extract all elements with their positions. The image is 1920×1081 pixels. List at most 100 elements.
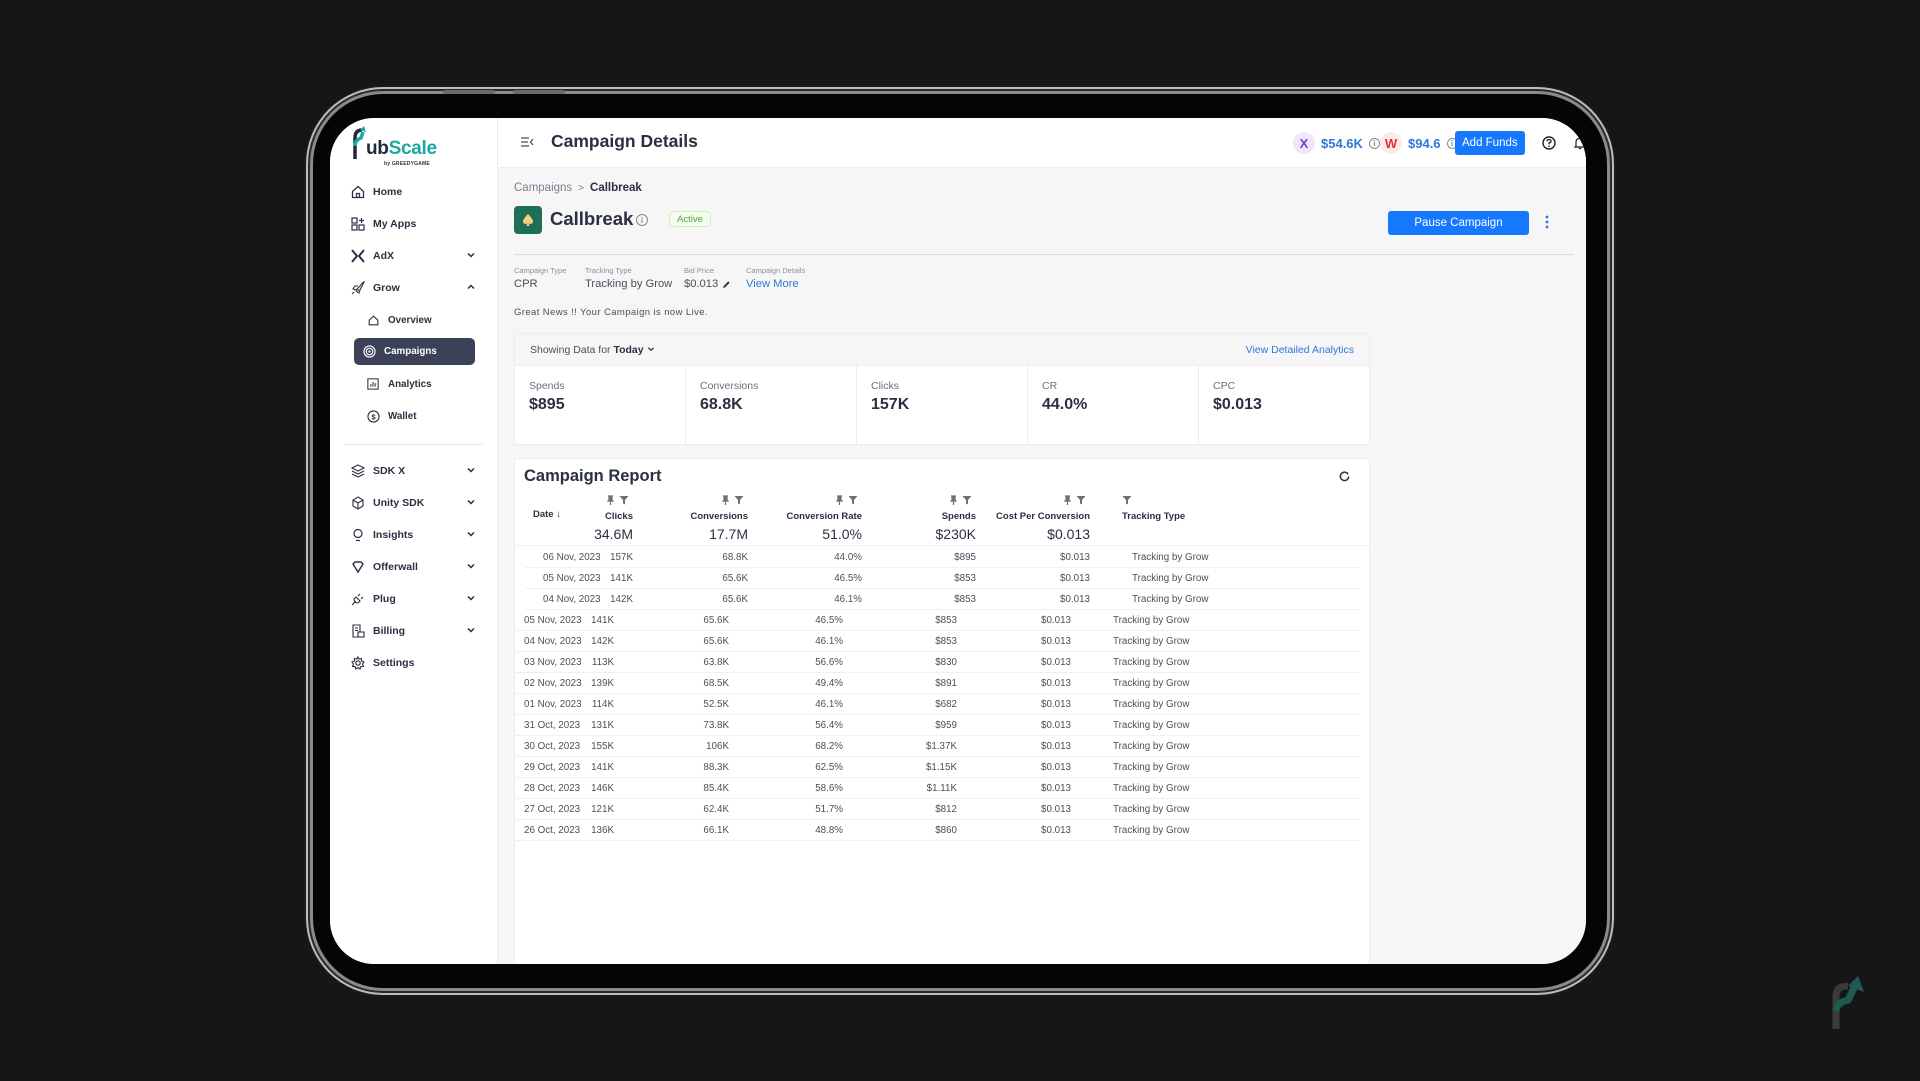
filter-icon[interactable]	[734, 495, 744, 505]
filter-icon[interactable]	[848, 495, 858, 505]
view-more-link[interactable]: View More	[746, 278, 805, 290]
pin-icon[interactable]	[950, 495, 957, 505]
chevron-up-icon[interactable]	[465, 281, 477, 293]
campaign-live-message: Great News !! Your Campaign is now Live.	[514, 307, 708, 318]
column-header[interactable]: Spends	[942, 511, 976, 522]
table-row[interactable]: 01 Nov, 2023 114K 52.5K 46.1% $682 $0.013 Trac…	[515, 694, 1359, 715]
campaign-type-field: Campaign Type CPR	[514, 266, 566, 290]
column-header-actions	[607, 495, 629, 505]
sidebar-item-offerwall[interactable]: Offerwall	[330, 551, 497, 583]
field-value: CPR	[514, 278, 538, 290]
table-cell: 28 Oct, 2023	[524, 783, 581, 794]
kpi-value: $895	[529, 396, 565, 413]
chevron-down-icon[interactable]	[465, 496, 477, 508]
column-header[interactable]: Cost Per Conversion	[996, 511, 1090, 522]
table-cell: $812	[935, 804, 957, 815]
table-cell: 141K	[591, 762, 614, 773]
pubscale-logo[interactable]: ubScale by GREEDYGAME	[352, 124, 452, 170]
table-row[interactable]: 04 Nov, 2023 142K 65.6K 46.1% $853 $0.013 Trac…	[515, 631, 1359, 652]
date-range-dropdown[interactable]: Showing Data for Today	[530, 344, 655, 356]
table-cell: 44.0%	[834, 552, 862, 563]
filter-icon[interactable]	[1076, 495, 1086, 505]
pin-icon[interactable]	[607, 495, 614, 505]
sidebar-subitem-analytics[interactable]: Analytics	[330, 368, 497, 400]
view-detailed-analytics-link[interactable]: View Detailed Analytics	[1246, 344, 1354, 356]
sidebar-subitem-wallet[interactable]: $ Wallet	[330, 400, 497, 432]
column-header[interactable]: Conversion Rate	[787, 511, 863, 522]
pin-icon[interactable]	[836, 495, 843, 505]
plug-icon	[350, 591, 366, 607]
chevron-down-icon[interactable]	[465, 560, 477, 572]
sidebar-item-billing[interactable]: Billing	[330, 615, 497, 647]
sidebar-item-plug[interactable]: Plug	[330, 583, 497, 615]
pin-icon[interactable]	[1064, 495, 1071, 505]
campaign-details-field: Campaign Details View More	[746, 266, 805, 290]
table-cell: $860	[935, 825, 957, 836]
table-row[interactable]: 26 Oct, 2023 136K 66.1K 48.8% $860 $0.013 Trac…	[515, 820, 1359, 841]
table-row[interactable]: 28 Oct, 2023 146K 85.4K 58.6% $1.11K $0.013 Tr…	[515, 778, 1359, 799]
sidebar-item-adx[interactable]: AdX	[330, 240, 497, 272]
table-cell: 01 Nov, 2023	[524, 699, 582, 710]
table-row[interactable]: 03 Nov, 2023 113K 63.8K 56.6% $830 $0.013 Trac…	[515, 652, 1359, 673]
wallet-w-balance[interactable]: W $94.6 i	[1380, 131, 1458, 155]
filter-icon[interactable]	[619, 495, 629, 505]
collapse-menu-icon[interactable]	[520, 135, 534, 149]
sidebar-subitem-overview[interactable]: Overview	[330, 304, 497, 336]
pin-icon[interactable]	[722, 495, 729, 505]
chevron-down-icon[interactable]	[465, 249, 477, 261]
table-cell: $0.013	[1041, 804, 1071, 815]
bell-icon[interactable]	[1573, 136, 1586, 150]
sidebar-item-my-apps[interactable]: My Apps	[330, 208, 497, 240]
help-icon[interactable]	[1542, 136, 1556, 150]
table-row[interactable]: 30 Oct, 2023 155K 106K 68.2% $1.37K $0.013 Tra…	[515, 736, 1359, 757]
table-cell: $0.013	[1041, 615, 1071, 626]
edit-pencil-icon[interactable]	[722, 280, 731, 289]
table-row-overlay[interactable]: 05 Nov, 2023 141K 65.6K 46.5% $853 $0.013 Trac…	[525, 568, 1359, 589]
chevron-down-icon[interactable]	[465, 528, 477, 540]
table-cell: Tracking by Grow	[1113, 804, 1190, 815]
column-header[interactable]: Tracking Type	[1122, 511, 1185, 522]
chevron-down-icon[interactable]	[465, 592, 477, 604]
table-cell: 04 Nov, 2023	[543, 594, 601, 605]
table-row[interactable]: 31 Oct, 2023 131K 73.8K 56.4% $959 $0.013 Trac…	[515, 715, 1359, 736]
sidebar-subitem-campaigns[interactable]: Campaigns	[354, 338, 475, 365]
column-header[interactable]: Date ↓	[533, 509, 561, 520]
info-icon[interactable]: i	[636, 214, 648, 226]
table-cell: 66.1K	[703, 825, 729, 836]
sidebar-item-sdk-x[interactable]: SDK X	[330, 455, 497, 487]
filter-icon[interactable]	[1122, 495, 1132, 505]
sidebar-item-home[interactable]: Home	[330, 176, 497, 208]
table-row-overlay[interactable]: 06 Nov, 2023 157K 68.8K 44.0% $895 $0.013 Trac…	[525, 547, 1359, 568]
info-icon[interactable]: i	[1368, 137, 1380, 149]
table-cell: $853	[954, 594, 976, 605]
table-cell: 46.1%	[815, 636, 843, 647]
table-row-overlay[interactable]: 04 Nov, 2023 142K 65.6K 46.1% $853 $0.013 Trac…	[525, 589, 1359, 610]
breadcrumb-current: Callbreak	[590, 182, 642, 194]
sidebar-item-label: AdX	[373, 250, 394, 262]
sidebar-item-label: Overview	[388, 314, 432, 326]
sidebar-item-insights[interactable]: Insights	[330, 519, 497, 551]
sidebar-item-settings[interactable]: Settings	[330, 647, 497, 679]
sidebar-item-unity-sdk[interactable]: Unity SDK	[330, 487, 497, 519]
svg-text:$: $	[371, 412, 376, 421]
wallet-x-balance[interactable]: X $54.6K i	[1293, 131, 1380, 155]
filter-icon[interactable]	[962, 495, 972, 505]
table-row[interactable]: 27 Oct, 2023 121K 62.4K 51.7% $812 $0.013 Trac…	[515, 799, 1359, 820]
pause-campaign-button[interactable]: Pause Campaign	[1388, 211, 1529, 235]
column-total: 17.7M	[709, 526, 748, 542]
chevron-down-icon[interactable]	[465, 624, 477, 636]
more-options-icon[interactable]	[1543, 214, 1551, 232]
column-header[interactable]: Clicks	[605, 511, 633, 522]
topbar: Campaign Details X $54.6K i W $94.6 i Ad…	[498, 118, 1586, 168]
table-cell: 04 Nov, 2023	[524, 636, 582, 647]
sidebar-item-grow[interactable]: Grow	[330, 272, 497, 304]
chevron-down-icon[interactable]	[465, 464, 477, 476]
refresh-icon[interactable]	[1338, 470, 1351, 483]
column-header[interactable]: Conversions	[690, 511, 748, 522]
breadcrumb-campaigns-link[interactable]: Campaigns	[514, 182, 572, 194]
table-row[interactable]: 29 Oct, 2023 141K 88.3K 62.5% $1.15K $0.013 Tr…	[515, 757, 1359, 778]
table-row[interactable]: 05 Nov, 2023 141K 65.6K 46.5% $853 $0.013 Trac…	[515, 610, 1359, 631]
add-funds-button[interactable]: Add Funds	[1455, 131, 1525, 155]
table-row[interactable]: 02 Nov, 2023 139K 68.5K 49.4% $891 $0.013 Trac…	[515, 673, 1359, 694]
breadcrumb: Campaigns > Callbreak	[514, 182, 642, 194]
